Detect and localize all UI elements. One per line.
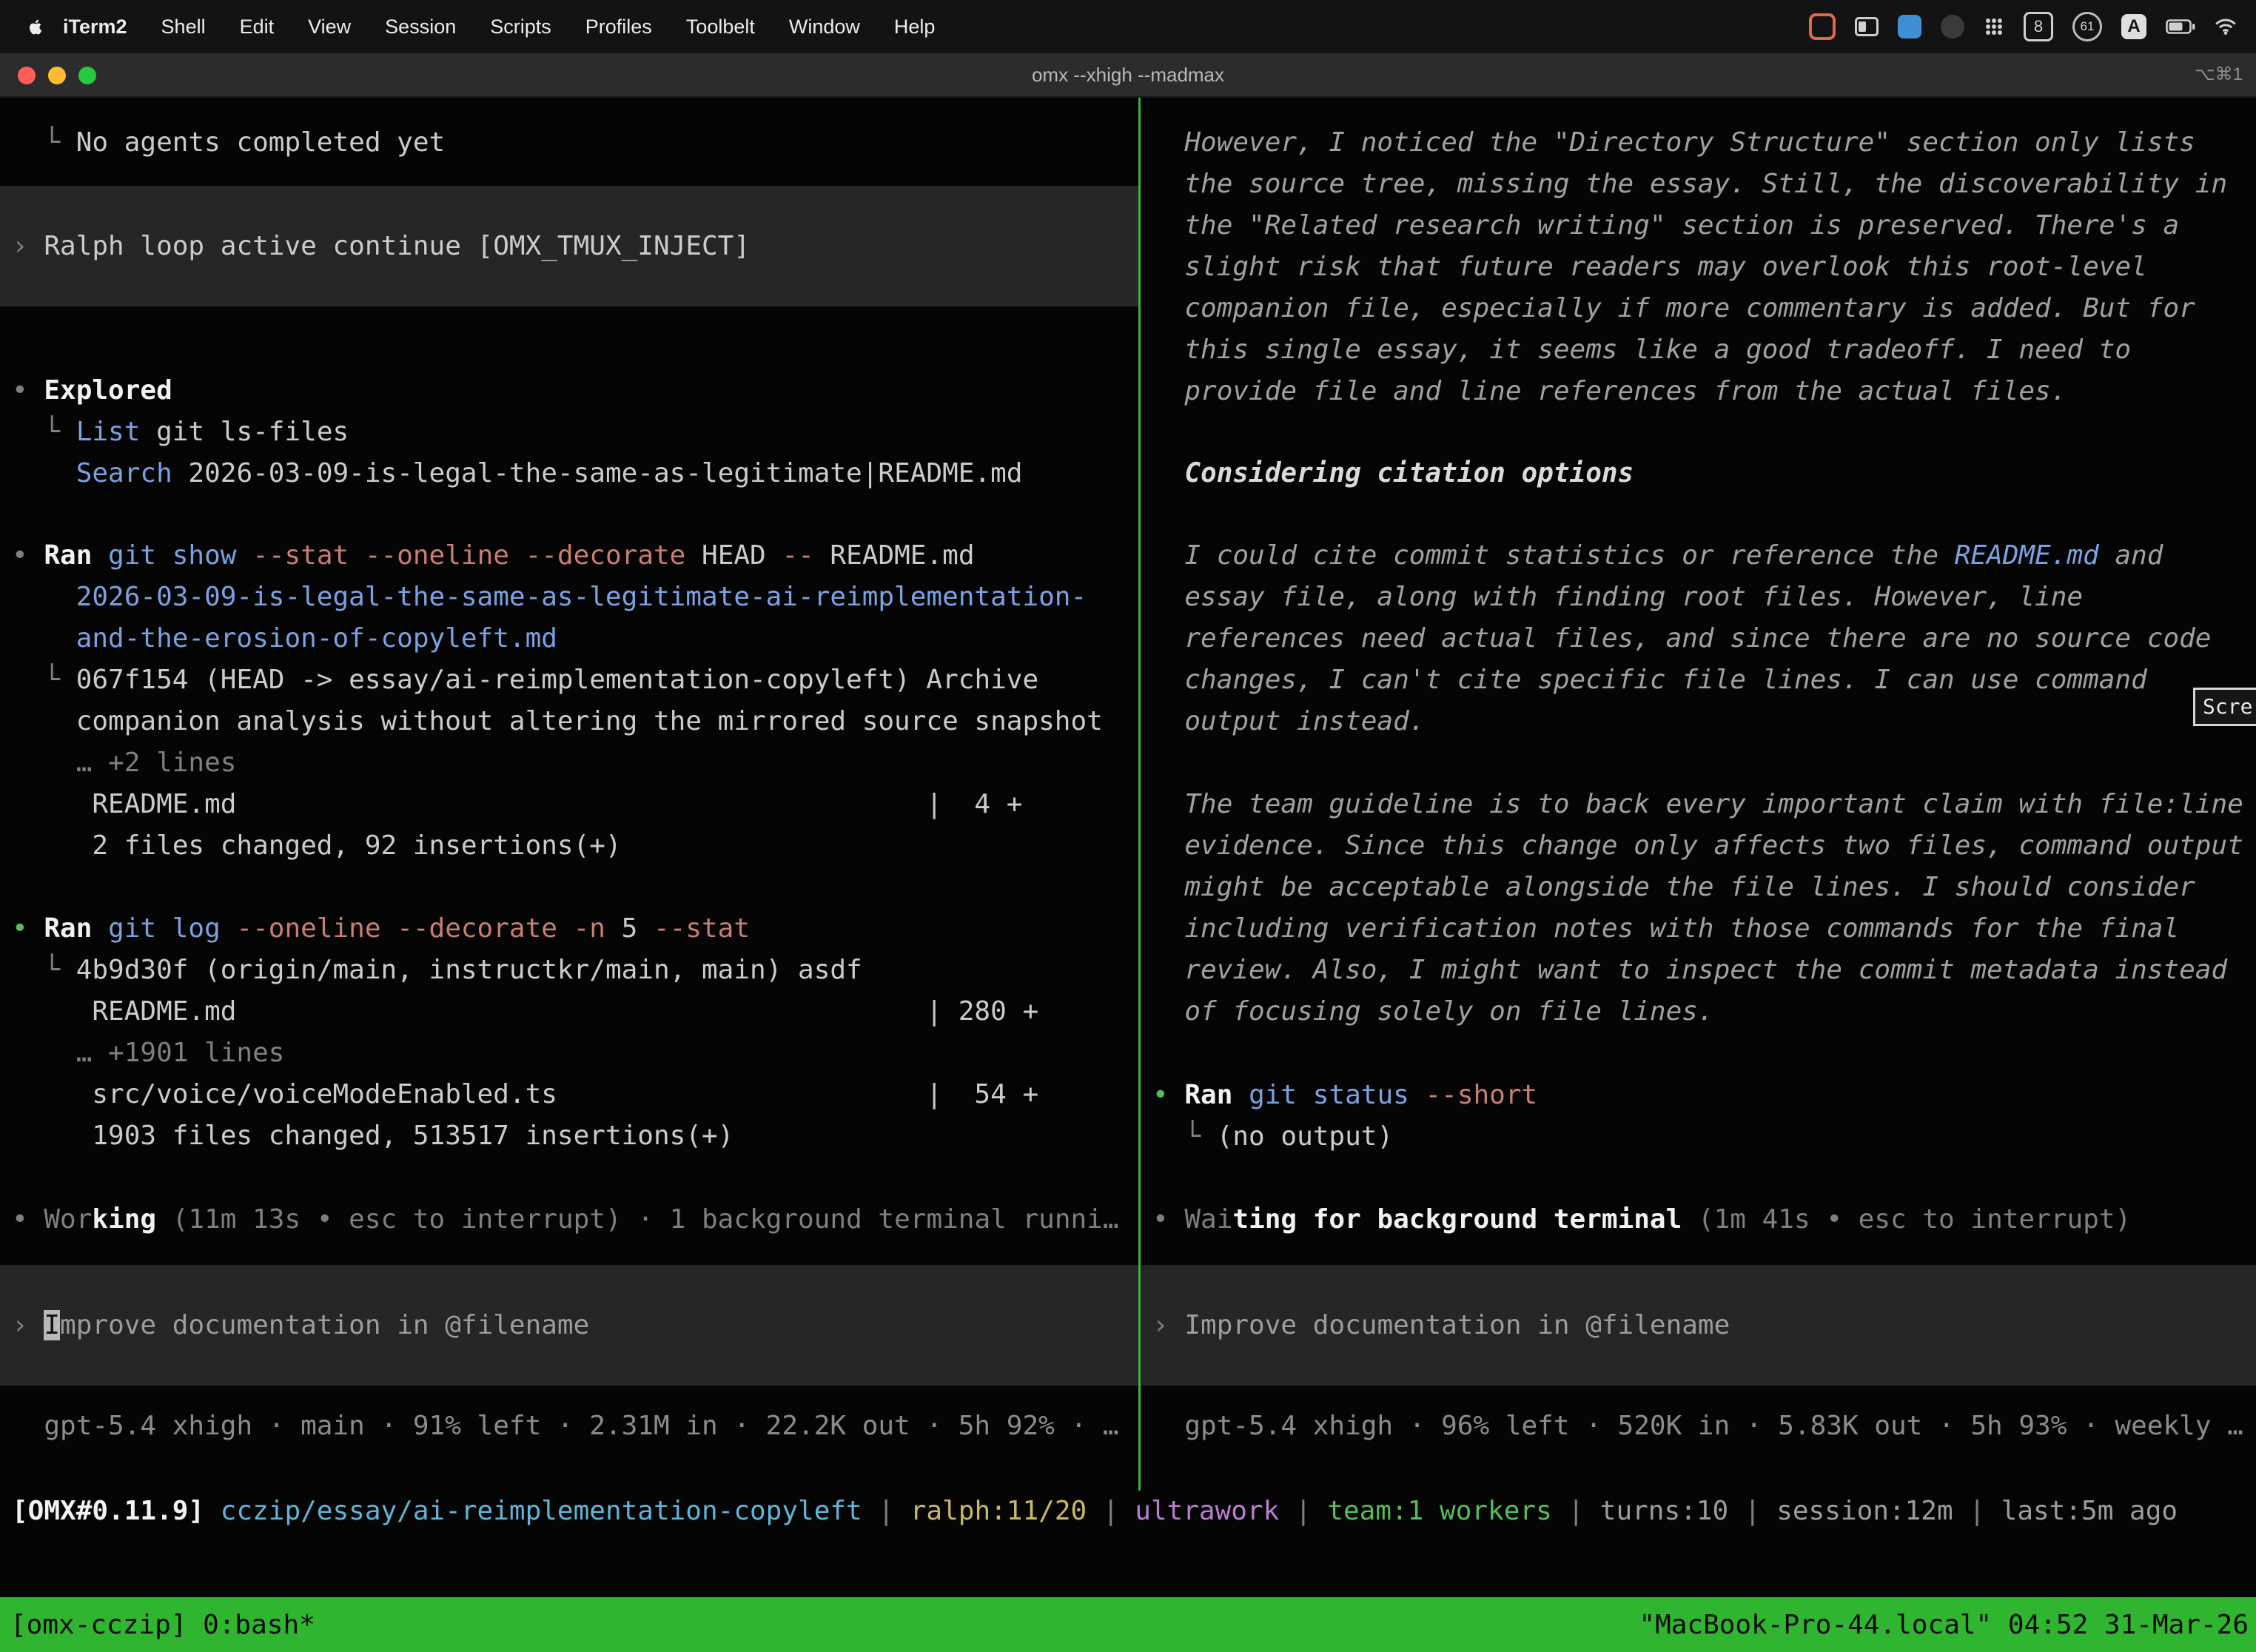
apple-menu[interactable] — [25, 16, 46, 37]
window-tiling-icon[interactable] — [1855, 17, 1879, 36]
left-terminal-pane[interactable]: └ No agents completed yet › Ralph loop a… — [0, 98, 1138, 1491]
iterm2-window: iTerm2 Shell Edit View Session Scripts P… — [0, 0, 2256, 1652]
terminal-area: └ No agents completed yet › Ralph loop a… — [0, 98, 2256, 1597]
window-shortcut-hint: ⌥⌘1 — [2195, 53, 2243, 98]
menu-help[interactable]: Help — [877, 16, 953, 38]
working-status-line: • Working (11m 13s • esc to interrupt) ·… — [12, 1199, 1119, 1240]
menubar-status-icons: 8 61 A — [1809, 12, 2256, 41]
omx-session-statusline: [OMX#0.11.9] cczip/essay/ai-reimplementa… — [12, 1491, 2178, 1532]
right-terminal-pane[interactable]: However, I noticed the "Directory Struct… — [1141, 98, 2256, 1491]
window-title: omx --xhigh --madmax — [0, 53, 2256, 98]
menu-iterm2[interactable]: iTerm2 — [46, 16, 144, 38]
explored-block: • Explored └ List git ls-files Search 20… — [12, 370, 1022, 494]
window-titlebar[interactable]: omx --xhigh --madmax ⌥⌘1 — [0, 53, 2256, 98]
dark-app-icon[interactable] — [1941, 15, 1964, 38]
left-prompt-input[interactable]: › Improve documentation in @filename — [0, 1265, 1138, 1386]
keycap-8-icon[interactable]: 8 — [2024, 12, 2053, 41]
battery-gauge-icon[interactable]: 61 — [2072, 12, 2102, 41]
no-agents-line: └ No agents completed yet — [12, 122, 445, 164]
app-grid-icon[interactable] — [1984, 16, 2004, 37]
menu-edit[interactable]: Edit — [223, 16, 292, 38]
screen-recording-icon[interactable] — [1809, 13, 1836, 40]
right-model-statusline: gpt-5.4 xhigh · 96% left · 520K in · 5.8… — [1152, 1406, 2243, 1447]
apple-icon — [25, 16, 46, 37]
wifi-icon[interactable] — [2215, 18, 2237, 36]
screen-tooltip: Scre — [2193, 688, 2256, 726]
menu-toolbelt[interactable]: Toolbelt — [669, 16, 772, 38]
menubar: iTerm2 Shell Edit View Session Scripts P… — [0, 0, 2256, 53]
battery-icon[interactable] — [2166, 19, 2195, 34]
thinking-paragraph-3: The team guideline is to back every impo… — [1152, 784, 2243, 1032]
thinking-paragraph-1: However, I noticed the "Directory Struct… — [1152, 122, 2227, 412]
waiting-status-line: • Waiting for background terminal (1m 41… — [1152, 1199, 2131, 1240]
menu-scripts[interactable]: Scripts — [473, 16, 568, 38]
menu-profiles[interactable]: Profiles — [568, 16, 669, 38]
git-log-block: • Ran git log --oneline --decorate -n 5 … — [12, 908, 1038, 1157]
ralph-loop-text: › Ralph loop active continue [OMX_TMUX_I… — [0, 226, 750, 267]
tmux-host-clock-label: "MacBook-Pro-44.local" 04:52 31-Mar-26 — [1639, 1610, 2256, 1640]
git-status-block: • Ran git status --short └ (no output) — [1152, 1075, 1537, 1158]
left-model-statusline: gpt-5.4 xhigh · main · 91% left · 2.31M … — [12, 1406, 1119, 1447]
thinking-heading: Considering citation options — [1152, 453, 1634, 494]
left-prompt-text: › Improve documentation in @filename — [0, 1305, 589, 1346]
menu-shell[interactable]: Shell — [144, 16, 223, 38]
menu-session[interactable]: Session — [368, 16, 473, 38]
right-prompt-text: › Improve documentation in @filename — [1141, 1305, 1730, 1346]
blue-app-icon[interactable] — [1898, 15, 1921, 38]
tmux-status-bar: [omx-cczip] 0:bash* "MacBook-Pro-44.loca… — [0, 1597, 2256, 1652]
input-source-icon[interactable]: A — [2121, 14, 2146, 39]
tmux-session-window-label[interactable]: [omx-cczip] 0:bash* — [0, 1610, 315, 1640]
thinking-paragraph-2: I could cite commit statistics or refere… — [1152, 535, 2211, 742]
menu-view[interactable]: View — [291, 16, 368, 38]
ralph-loop-banner: › Ralph loop active continue [OMX_TMUX_I… — [0, 186, 1138, 306]
menu-window[interactable]: Window — [772, 16, 877, 38]
right-prompt-input[interactable]: › Improve documentation in @filename — [1141, 1265, 2256, 1386]
git-show-block: • Ran git show --stat --oneline --decora… — [12, 535, 1103, 867]
